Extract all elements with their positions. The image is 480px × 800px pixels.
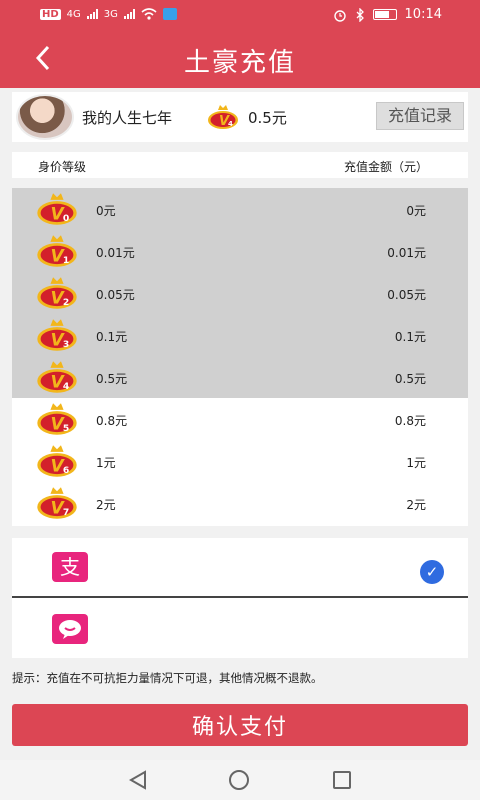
refund-tip: 提示：充值在不可抗拒力量情况下可退，其他情况概不退款。 (12, 671, 323, 685)
nav-back-icon[interactable] (128, 770, 148, 790)
net-3g-label: 3G (103, 8, 118, 20)
signal-icon (86, 9, 98, 19)
bluetooth-icon (356, 7, 364, 22)
system-nav-bar (0, 760, 480, 800)
level-badge-number: 2 (63, 297, 69, 308)
nav-recent-icon[interactable] (333, 771, 351, 789)
vip-level-2-icon: V2 (37, 277, 77, 309)
vip-level-1-icon: V1 (37, 235, 77, 267)
level-name: 2元 (96, 498, 116, 512)
level-badge-number: 5 (63, 423, 69, 434)
status-bar: HD 4G 3G 10:14 (0, 0, 480, 30)
level-row-0[interactable]: V0 0元 0元 (12, 188, 468, 230)
level-row-3[interactable]: V3 0.1元 0.1元 (12, 314, 468, 356)
level-row-1[interactable]: V1 0.01元 0.01元 (12, 230, 468, 272)
level-list: V0 0元 0元 V1 0.01元 0.01元 V2 0.05元 0.05元 V… (12, 188, 468, 526)
alarm-icon (333, 9, 346, 22)
user-name: 我的人生七年 (82, 109, 173, 127)
payment-option-chat[interactable] (12, 598, 468, 658)
level-amount: 0.5元 (394, 372, 426, 386)
user-badge-level: 4 (228, 120, 233, 128)
level-name: 0元 (96, 204, 116, 218)
avatar (16, 94, 74, 140)
level-name: 0.05元 (96, 288, 135, 302)
vip-level-5-icon: V5 (37, 403, 77, 435)
level-badge-number: 1 (63, 255, 69, 266)
signal-icon-2 (123, 9, 135, 19)
level-amount: 1元 (406, 456, 426, 470)
user-info-row: 我的人生七年 V 4 0.5元 充值记录 (12, 92, 468, 142)
recharge-record-button[interactable]: 充值记录 (376, 102, 464, 130)
level-amount: 0.01元 (387, 246, 426, 260)
level-table-header: 身价等级 充值金额（元） (12, 152, 468, 178)
level-badge-number: 6 (63, 465, 69, 476)
status-right: 10:14 (333, 7, 442, 22)
payment-option-alipay[interactable]: 支 ✓ (12, 538, 468, 598)
battery-icon (372, 9, 397, 20)
level-row-5[interactable]: V5 0.8元 0.8元 (12, 398, 468, 440)
level-row-2[interactable]: V2 0.05元 0.05元 (12, 272, 468, 314)
level-amount: 0.1元 (394, 330, 426, 344)
level-name: 0.8元 (96, 414, 128, 428)
payment-methods: 支 ✓ (12, 538, 468, 658)
level-name: 0.5元 (96, 372, 128, 386)
nav-home-icon[interactable] (229, 770, 249, 790)
level-name: 1元 (96, 456, 116, 470)
alipay-icon: 支 (52, 552, 88, 582)
level-amount: 0元 (406, 204, 426, 218)
level-amount: 0.05元 (387, 288, 426, 302)
col-level-header: 身价等级 (38, 160, 87, 174)
chat-pay-icon (52, 614, 88, 644)
level-badge-number: 7 (63, 507, 69, 518)
level-row-4[interactable]: V4 0.5元 0.5元 (12, 356, 468, 398)
level-row-6[interactable]: V6 1元 1元 (12, 440, 468, 482)
vip-badge-icon: V 4 (208, 105, 238, 129)
level-badge-number: 0 (63, 213, 69, 224)
col-amount-header: 充值金额（元） (343, 160, 428, 174)
wifi-icon (141, 8, 157, 20)
level-badge-number: 4 (63, 381, 69, 392)
hd-indicator: HD (40, 8, 61, 20)
vip-level-4-icon: V4 (37, 361, 77, 393)
vip-level-6-icon: V6 (37, 445, 77, 477)
level-name: 0.01元 (96, 246, 135, 260)
confirm-pay-button[interactable]: 确认支付 (12, 704, 468, 746)
vip-level-7-icon: V7 (37, 487, 77, 519)
net-4g-label: 4G (66, 8, 81, 20)
vip-level-0-icon: V0 (37, 193, 77, 225)
page-title: 土豪充值 (183, 48, 296, 78)
level-row-7[interactable]: V7 2元 2元 (12, 482, 468, 524)
checkmark-icon[interactable]: ✓ (420, 560, 444, 584)
status-left: HD 4G 3G (40, 8, 177, 20)
level-amount: 2元 (406, 498, 426, 512)
level-badge-number: 3 (63, 339, 69, 350)
level-amount: 0.8元 (394, 414, 426, 428)
level-name: 0.1元 (96, 330, 128, 344)
vip-level-3-icon: V3 (37, 319, 77, 351)
clock: 10:14 (404, 7, 442, 22)
app-header: 土豪充值 (0, 30, 480, 88)
user-balance: 0.5元 (248, 109, 287, 127)
app-notification-icon (162, 8, 177, 20)
